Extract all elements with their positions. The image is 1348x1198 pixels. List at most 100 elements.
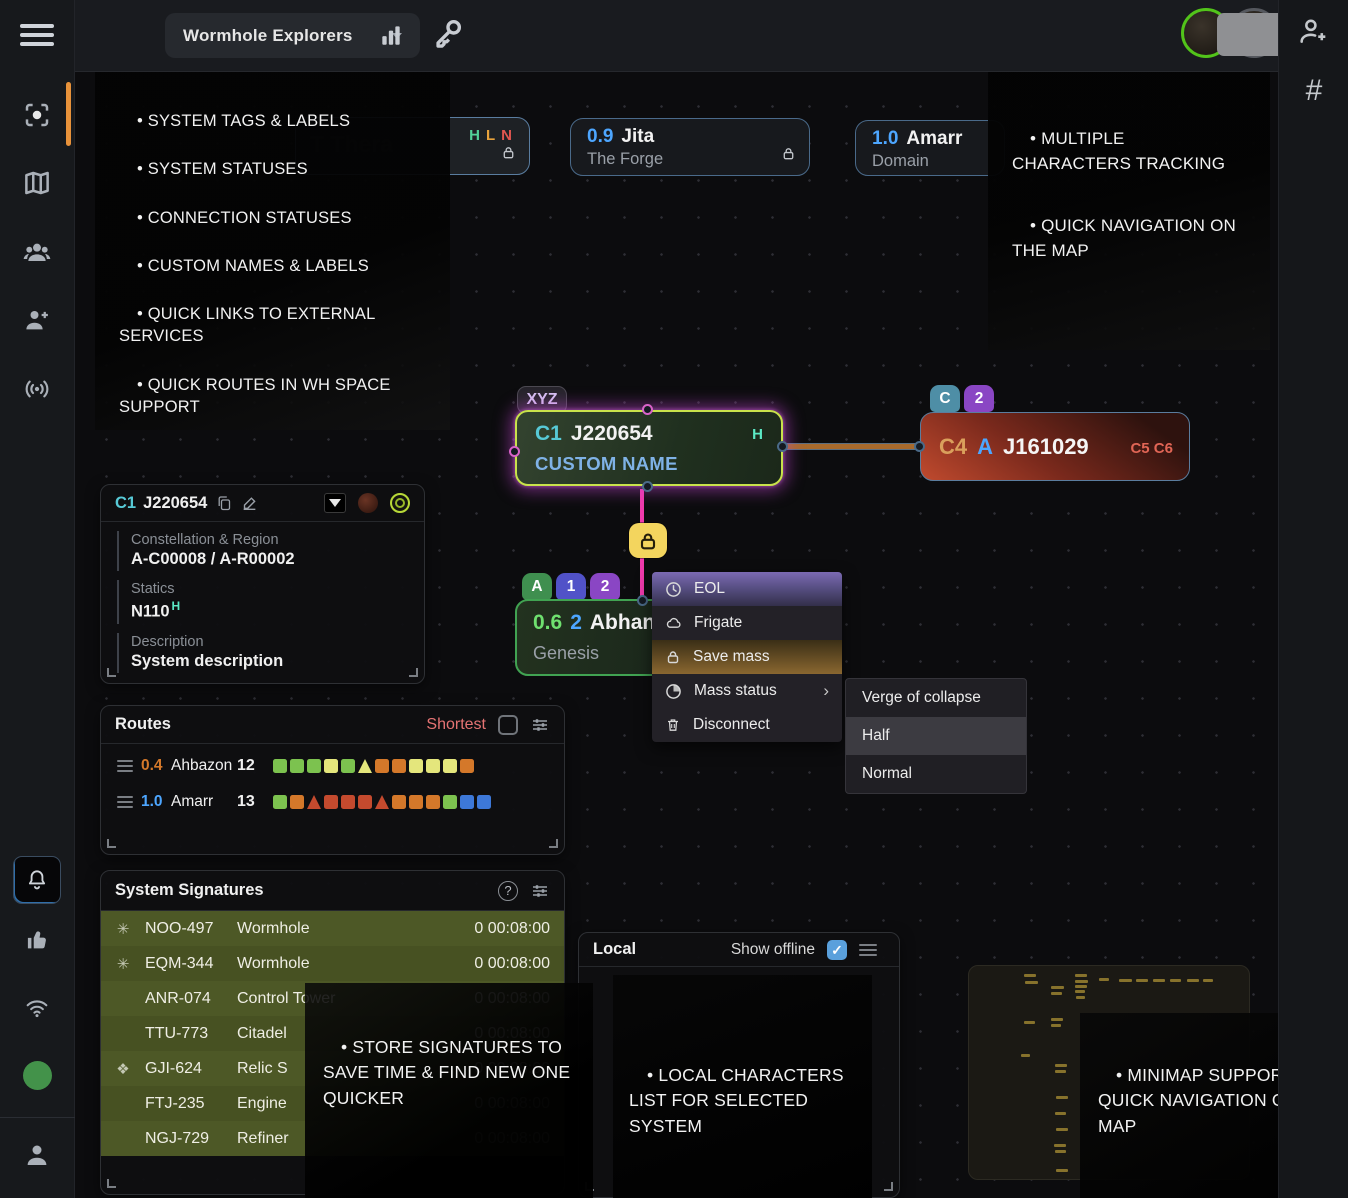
resize-handle[interactable] — [107, 668, 116, 677]
route-system-square — [358, 795, 372, 809]
resize-handle[interactable] — [549, 839, 558, 848]
minimap-system-mark — [1051, 992, 1062, 995]
minimap-system-mark — [1056, 1096, 1068, 1099]
help-icon[interactable]: ? — [498, 881, 518, 901]
connection-point[interactable] — [642, 481, 653, 492]
connection-point[interactable] — [637, 595, 648, 606]
profile-icon[interactable] — [18, 1136, 56, 1174]
connection-c1-c4[interactable] — [786, 443, 916, 450]
menu-item-mass-status[interactable]: Mass status› — [652, 674, 842, 708]
connection-point[interactable] — [777, 441, 788, 452]
system-node-jita[interactable]: 0.9Jita The Forge — [570, 118, 810, 176]
minimap-system-mark — [1187, 979, 1199, 982]
show-offline-label: Show offline — [731, 941, 815, 959]
system-name: Jita — [621, 126, 654, 147]
region-name: Genesis — [533, 643, 599, 664]
local-note-overlay: LOCAL CHARACTERS LIST FOR SELECTED SYSTE… — [613, 975, 872, 1198]
route-system-square — [324, 795, 338, 809]
settings-sliders-icon[interactable] — [530, 715, 550, 735]
copy-icon[interactable] — [216, 495, 232, 511]
signature-row[interactable]: ✳NOO-497Wormhole0 00:08:00 — [101, 911, 564, 946]
route-systems-strip — [273, 795, 491, 809]
signature-row[interactable]: ✳EQM-344Wormhole0 00:08:00 — [101, 946, 564, 981]
cloud-icon — [665, 615, 682, 632]
resize-handle[interactable] — [107, 839, 116, 848]
node-tag[interactable]: 2 — [590, 573, 620, 600]
route-row[interactable]: 1.0Amarr13 — [101, 788, 564, 816]
node-tag[interactable]: 1 — [556, 573, 586, 600]
settings-sliders-icon[interactable] — [530, 881, 550, 901]
menu-item-label: Save mass — [693, 648, 770, 666]
menu-item-disconnect[interactable]: Disconnect — [652, 708, 842, 742]
broadcast-icon[interactable] — [18, 370, 56, 408]
submenu-item-normal[interactable]: Normal — [846, 755, 1026, 793]
system-node-j161029[interactable]: C4AJ161029 C5 C6 — [920, 412, 1190, 481]
submenu-item-verge-of-collapse[interactable]: Verge of collapse — [846, 679, 1026, 717]
panel-title: System Signatures — [115, 881, 264, 900]
route-mode-label[interactable]: Shortest — [426, 716, 486, 734]
hamburger-menu-icon[interactable] — [20, 24, 54, 51]
route-destination: Ahbazon — [171, 757, 237, 775]
edit-icon[interactable] — [241, 495, 258, 512]
connection-point[interactable] — [914, 441, 925, 452]
static-badge: H — [469, 127, 481, 144]
resize-handle[interactable] — [884, 1182, 893, 1191]
connection-context-menu: EOL Frigate Save mass Mass status›Disconnec… — [652, 572, 842, 742]
planet-icon[interactable] — [358, 493, 378, 513]
minimap-system-mark — [1051, 1018, 1063, 1021]
node-tag[interactable]: C — [930, 385, 960, 412]
menu-item-label: EOL — [694, 580, 725, 598]
system-info-header[interactable]: C1 J220654 — [101, 485, 424, 522]
notifications-bell-button[interactable] — [13, 856, 61, 904]
route-system-square — [273, 795, 287, 809]
connection-point[interactable] — [642, 404, 653, 415]
panel-title: Local — [593, 940, 636, 959]
add-character-icon[interactable] — [1296, 14, 1334, 52]
route-row[interactable]: 0.4Ahbazon12 — [101, 752, 564, 780]
effect-icon[interactable] — [324, 493, 346, 513]
add-character-icon[interactable] — [18, 301, 56, 339]
key-icon[interactable] — [431, 16, 465, 55]
menu-item-save-mass[interactable]: Save mass — [652, 640, 842, 674]
drag-handle-icon[interactable] — [117, 760, 133, 772]
menu-item-frigate[interactable]: Frigate — [652, 606, 842, 640]
system-node-j220654[interactable]: C1J220654 H CUSTOM NAME — [515, 410, 783, 486]
static-badge: N — [501, 127, 513, 144]
system-name: Amarr — [906, 128, 962, 149]
map-icon[interactable] — [18, 164, 56, 202]
minimap-system-mark — [1051, 1024, 1061, 1027]
mass-status-submenu: Verge of collapseHalfNormal — [845, 678, 1027, 794]
node-tag[interactable]: A — [522, 573, 552, 600]
wormhole-icon: ✳ — [101, 920, 145, 938]
show-offline-checkbox[interactable]: ✓ — [827, 940, 847, 960]
menu-item-eol[interactable]: EOL — [652, 572, 842, 606]
characters-group-icon[interactable] — [18, 234, 56, 272]
drag-handle-icon[interactable] — [117, 796, 133, 808]
resize-handle[interactable] — [107, 1179, 116, 1188]
resize-handle[interactable] — [409, 668, 418, 677]
wifi-icon[interactable] — [18, 988, 56, 1026]
features-note-overlay: SYSTEM TAGS & LABELSSYSTEM STATUSESCONNE… — [95, 68, 450, 430]
menu-icon[interactable] — [859, 944, 877, 956]
focus-tracking-icon[interactable] — [18, 96, 56, 134]
minimap-system-mark — [1075, 974, 1087, 977]
stats-icon[interactable] — [378, 22, 404, 53]
minimap-system-mark — [1153, 979, 1165, 982]
section-label: Statics — [131, 581, 424, 597]
hash-grid-icon[interactable]: # — [1279, 74, 1348, 108]
connection-point[interactable] — [509, 446, 520, 457]
route-mode-checkbox[interactable] — [498, 715, 518, 735]
route-system-square — [392, 795, 406, 809]
anomaly-icon[interactable] — [390, 493, 410, 513]
note-text: STORE SIGNATURES TO SAVE TIME & FIND NEW… — [323, 1035, 575, 1111]
signature-id: EQM-344 — [145, 955, 237, 973]
left-sidebar — [0, 0, 75, 1198]
thumbs-up-icon[interactable] — [18, 920, 56, 958]
system-node-amarr[interactable]: 1.0Amarr Domain — [855, 120, 1005, 176]
minimap-system-mark — [1024, 974, 1036, 977]
submenu-item-half[interactable]: Half — [846, 717, 1026, 755]
connection-lock-badge[interactable] — [629, 523, 667, 558]
minimap-system-mark — [1054, 1144, 1066, 1147]
signature-id: NGJ-729 — [145, 1130, 237, 1148]
node-tag[interactable]: 2 — [964, 385, 994, 412]
